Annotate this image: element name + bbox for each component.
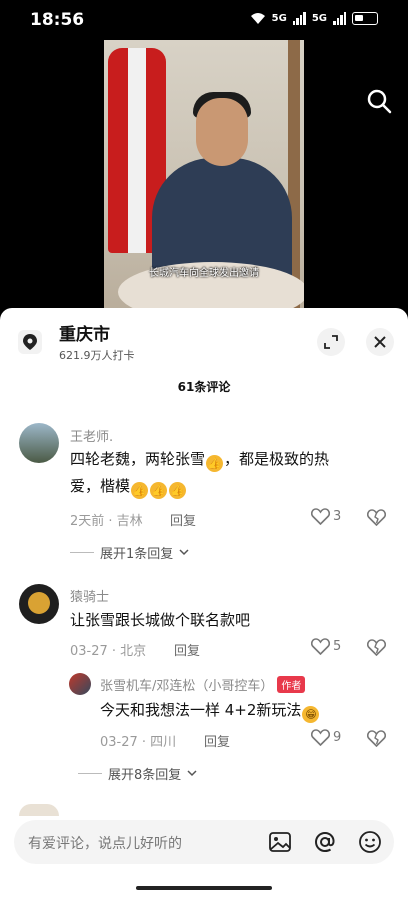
like-button[interactable]: 9 (311, 729, 341, 746)
reply-button[interactable]: 回复 (174, 640, 200, 659)
speaker-head (196, 98, 248, 166)
reply-text-body: 今天和我想法一样 4+2新玩法 (100, 701, 302, 719)
heart-icon (311, 508, 330, 525)
like-count: 5 (333, 639, 342, 654)
signal-label-2: 5G (311, 12, 327, 24)
expand-divider (70, 552, 94, 553)
location-title[interactable]: 重庆市 (59, 320, 110, 345)
reply-user[interactable]: 张雪机车/邓连松（小哥控车） 作者 (100, 675, 306, 694)
comment-user[interactable]: 王老师. (70, 426, 113, 445)
wifi-icon (250, 12, 265, 24)
video-frame: 长城汽车向全球发出邀请 (104, 40, 304, 310)
thumbs-up-emoji-icon: 👍 (131, 482, 149, 499)
thumbs-up-emoji-icon: 👍 (169, 482, 187, 499)
signal-bars-icon (292, 11, 306, 25)
reply-button[interactable]: 回复 (204, 731, 230, 750)
avatar-emblem (28, 592, 50, 614)
image-icon[interactable] (268, 830, 292, 854)
like-button[interactable]: 5 (311, 638, 341, 655)
status-icons: 5G 5G (250, 11, 378, 25)
expand-icon (324, 335, 338, 349)
heart-icon (311, 729, 330, 746)
comment-text-part: 四轮老魏，两轮张雪 (70, 450, 206, 468)
at-icon[interactable] (313, 830, 337, 854)
expand-replies-label: 展开1条回复 (100, 547, 174, 562)
avatar[interactable] (19, 584, 59, 624)
expand-divider (78, 773, 102, 774)
status-bar: 18:56 5G 5G (0, 0, 408, 40)
expand-replies[interactable]: 展开1条回复 (70, 543, 189, 562)
close-button[interactable] (366, 328, 394, 356)
signal-label-1: 5G (271, 12, 287, 24)
like-count: 3 (333, 509, 342, 524)
comment-meta: 2天前 · 吉林 (70, 514, 143, 529)
comment-text-part: ，都是极致的热 (224, 450, 330, 468)
video-subtitle: 长城汽车向全球发出邀请 (149, 268, 259, 279)
signal-bars-icon (333, 11, 346, 25)
chevron-down-icon (187, 770, 197, 777)
avatar[interactable] (69, 673, 91, 695)
chevron-down-icon (179, 549, 189, 556)
comment-text[interactable]: 让张雪跟长城做个联名款吧 (70, 607, 250, 634)
location-pin-icon (18, 330, 42, 354)
thumbs-up-emoji-icon: 👍 (206, 455, 224, 472)
grinning-emoji-icon: 😁 (302, 706, 320, 723)
reply-button[interactable]: 回复 (170, 510, 196, 529)
author-badge: 作者 (277, 676, 306, 693)
video-player[interactable]: 长城汽车向全球发出邀请 (0, 40, 408, 310)
expand-replies-label: 展开8条回复 (108, 768, 182, 783)
broken-heart-icon[interactable] (367, 730, 386, 747)
reply-meta: 03-27 · 四川 (100, 735, 177, 750)
comment-meta: 03-27 · 北京 (70, 644, 147, 659)
battery-icon (352, 11, 378, 25)
comment-input-bar[interactable]: 有爱评论，说点儿好听的 (14, 820, 394, 864)
location-checkins: 621.9万人打卡 (59, 349, 135, 362)
comment-text-part: 爱，楷模 (70, 477, 131, 495)
expand-replies[interactable]: 展开8条回复 (78, 764, 197, 783)
reply-text[interactable]: 今天和我想法一样 4+2新玩法 😁 (100, 697, 320, 724)
broken-heart-icon[interactable] (367, 509, 386, 526)
heart-icon (311, 638, 330, 655)
close-icon (374, 336, 386, 348)
avatar[interactable] (19, 423, 59, 463)
expand-button[interactable] (317, 328, 345, 356)
comment-count: 61条评论 (177, 380, 231, 394)
like-count: 9 (333, 730, 342, 745)
avatar[interactable] (19, 804, 59, 816)
home-indicator[interactable] (136, 886, 272, 890)
status-time: 18:56 (30, 10, 85, 30)
reply-user-name: 张雪机车/邓连松（小哥控车） (100, 679, 274, 694)
thumbs-up-emoji-icon: 👍 (150, 482, 168, 499)
comment-sheet: 重庆市 621.9万人打卡 61条评论 王老师. 四轮老魏，两轮张雪 👍 ，都是极致… (0, 308, 408, 900)
broken-heart-icon[interactable] (367, 639, 386, 656)
comment-user[interactable]: 猿骑士 (70, 586, 109, 605)
comment-text[interactable]: 四轮老魏，两轮张雪 👍 ，都是极致的热 爱，楷模 👍 👍 👍 (70, 446, 370, 500)
comment-input[interactable]: 有爱评论，说点儿好听的 (28, 833, 182, 853)
like-button[interactable]: 3 (311, 508, 341, 525)
emoji-icon[interactable] (358, 830, 382, 854)
search-icon[interactable] (366, 88, 392, 114)
